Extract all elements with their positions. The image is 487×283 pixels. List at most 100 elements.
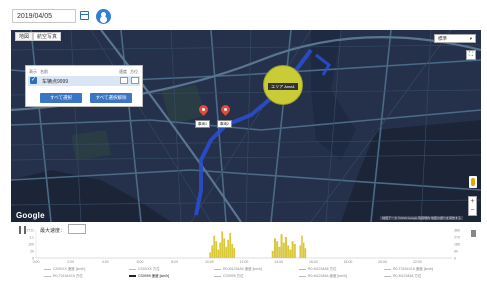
right-axis-label: 180 — [454, 243, 460, 247]
legend-item[interactable]: CS0XXX 速度 [km/h] — [44, 267, 85, 272]
speed-checkbox[interactable] — [120, 77, 128, 84]
calendar-icon[interactable] — [80, 11, 89, 20]
chevron-down-icon: ▾ — [469, 36, 472, 41]
speed-bar — [304, 248, 307, 258]
legend-item[interactable]: CS0999 方位 — [214, 274, 244, 279]
legend-label: CS0XXX 速度 [km/h] — [53, 267, 86, 271]
speed-bar — [233, 248, 236, 258]
legend-swatch — [384, 268, 391, 270]
legend-swatch — [129, 275, 136, 278]
map-type-select[interactable]: 標準 ▾ — [434, 34, 476, 43]
map-view[interactable]: 地図 航空写真 表示 名前 速度 方位 ✓ 车辆点9999 すべて選択 すべて選… — [11, 30, 481, 222]
left-axis-label: 2711 — [26, 229, 34, 233]
legend-label: R0-M12345A 方位 — [393, 274, 422, 278]
speed-bar — [231, 244, 234, 258]
legend-label: CS0999 方位 — [223, 274, 244, 278]
legend-label: R0-T0154X15 速度 [km/h] — [393, 267, 434, 271]
x-tick-label: 16:00 — [309, 260, 318, 264]
speed-bar — [278, 246, 281, 258]
legend-item[interactable]: R0-T0154X15 方位 — [44, 274, 83, 279]
left-axis-label: 100 — [28, 243, 34, 247]
vehicle-checkbox[interactable]: ✓ — [30, 77, 37, 84]
legend-label: CS0999 速度 [km/h] — [138, 274, 170, 278]
x-tick-label: 12:00 — [240, 260, 249, 264]
fullscreen-button[interactable]: ⛶ — [466, 50, 476, 60]
speed-bar — [282, 242, 285, 258]
x-tick-label: 14:00 — [274, 260, 283, 264]
select-all-button[interactable]: すべて選択 — [40, 93, 82, 103]
speed-bar — [227, 239, 230, 258]
user-avatar-icon[interactable] — [96, 9, 111, 24]
x-tick-label: 22:00 — [413, 260, 422, 264]
legend-item[interactable]: CS0XXX 方位 — [129, 267, 160, 272]
zoom-control: + − — [468, 196, 477, 216]
legend-label: R0-M12345A 速度 [km/h] — [308, 274, 347, 278]
speed-bar — [280, 234, 283, 258]
speed-bar — [217, 249, 220, 258]
speed-bar — [225, 246, 228, 258]
legend-item[interactable]: R0-T0154X15 速度 [km/h] — [384, 267, 433, 272]
map-attribution[interactable]: 地図データ ©2019 Google 利用規約 地図の誤りを報告する — [380, 216, 463, 220]
legend-item[interactable]: CS0999 速度 [km/h] — [129, 274, 169, 279]
pin-dot-1 — [202, 108, 205, 111]
map-type-tabs: 地図 航空写真 — [15, 32, 62, 41]
speed-bar — [209, 252, 212, 258]
legend-label: CS0XXX 方位 — [138, 267, 160, 271]
vehicle-panel: 表示 名前 速度 方位 ✓ 车辆点9999 すべて選択 すべて選択解除 — [25, 65, 143, 107]
speed-bar — [211, 245, 214, 258]
zoom-in-button[interactable]: + — [469, 197, 476, 206]
header-heading: 方位 — [130, 69, 138, 74]
header-speed: 速度 — [119, 69, 127, 74]
right-axis-label: 270 — [454, 236, 460, 240]
speed-bar — [284, 237, 287, 258]
deselect-all-button[interactable]: すべて選択解除 — [90, 93, 132, 103]
speed-bar — [271, 251, 274, 258]
x-tick-label: 2:00 — [67, 260, 74, 264]
speed-bar — [291, 241, 294, 258]
heading-checkbox[interactable] — [131, 77, 139, 84]
street-view-icon[interactable] — [469, 176, 477, 188]
speed-bar — [229, 232, 232, 258]
speed-bar — [276, 241, 279, 258]
legend-swatch — [44, 275, 51, 277]
speed-bar — [289, 249, 292, 258]
header-name: 名前 — [40, 69, 48, 74]
legend-item[interactable]: R0-M1234A5 方位 — [299, 267, 337, 272]
speed-bar — [215, 241, 218, 258]
speed-chart-panel: 最大速度： 2711 1.1 100 20 0 360 270 180 90 0 0:00 2:00 4… — [0, 222, 487, 283]
x-tick-label: 20:00 — [378, 260, 387, 264]
legend-item[interactable]: R0-M1234A5 速度 [km/h] — [214, 267, 262, 272]
google-logo: Google — [16, 211, 45, 220]
x-tick-label: 8:00 — [171, 260, 178, 264]
legend-label: R0-T0154X15 方位 — [53, 274, 83, 278]
zoom-out-button[interactable]: − — [469, 206, 476, 215]
legend-swatch — [299, 268, 306, 270]
top-toolbar: 2019/04/05 — [0, 0, 487, 30]
legend-item[interactable]: R0-M12345A 方位 — [384, 274, 421, 279]
pin-dot-2 — [224, 108, 227, 111]
tab-satellite[interactable]: 航空写真 — [33, 32, 62, 41]
speed-bar — [221, 231, 224, 258]
right-axis-label: 90 — [454, 250, 458, 254]
legend-swatch — [384, 275, 391, 277]
x-tick-label: 10:00 — [205, 260, 214, 264]
speed-bar — [273, 238, 276, 258]
map-canvas — [11, 30, 481, 222]
speed-bar — [302, 242, 305, 258]
x-tick-label: 18:00 — [344, 260, 353, 264]
legend-swatch — [44, 268, 51, 270]
date-field[interactable]: 2019/04/05 — [12, 9, 76, 23]
x-tick-label: 0:00 — [33, 260, 40, 264]
legend-label: R0-M1234A5 速度 [km/h] — [223, 267, 263, 271]
legend-swatch — [299, 275, 306, 277]
map-type-value: 標準 — [438, 36, 447, 41]
left-axis-label: 20 — [30, 250, 34, 254]
legend-swatch — [129, 268, 136, 270]
geofence-label: エリア Area1 — [268, 83, 298, 90]
x-tick-label: 6:00 — [137, 260, 144, 264]
legend-label: R0-M1234A5 方位 — [308, 267, 337, 271]
pin-label-1: 車両1 — [195, 120, 210, 128]
tab-map[interactable]: 地図 — [15, 32, 34, 41]
legend-item[interactable]: R0-M12345A 速度 [km/h] — [299, 274, 347, 279]
header-show: 表示 — [29, 69, 37, 74]
